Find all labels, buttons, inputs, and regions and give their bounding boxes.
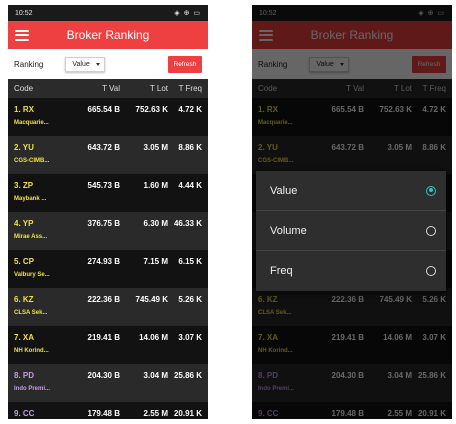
broker-code: 8. PD [14,371,35,380]
broker-code: 3. ZP [14,181,34,190]
broker-name: Maybank ... [14,196,47,202]
sort-option-volume[interactable]: Volume [256,211,446,251]
radio-button-icon[interactable] [426,225,436,236]
total-value: 545.73 B [87,181,120,190]
total-freq: 6.15 K [178,257,202,266]
broker-list: 1. RX 665.54 B 752.63 K 4.72 K Macquarie... 2… [8,98,208,419]
total-freq: 3.07 K [178,333,202,342]
total-value: 219.41 B [87,333,120,342]
table-row[interactable]: 5. CP 274.93 B 7.15 M 6.15 K Valbury Se... [8,250,208,288]
broker-code: 6. KZ [14,295,34,304]
broker-name: Macquarie... [14,120,49,126]
ranking-select[interactable]: Value [65,56,106,72]
table-row[interactable]: 8. PD 204.30 B 3.04 M 25.86 K Indo Premi... [8,364,208,402]
controls-bar: Ranking Value Refresh [8,49,208,79]
broker-code: 5. CP [14,257,35,266]
row-values: 1. RX 665.54 B 752.63 K 4.72 K [8,105,208,114]
broker-code: 2. YU [14,143,34,152]
broker-name: Indo Premi... [14,386,51,392]
option-label: Value [270,184,298,197]
status-icons: ◈ ⊕ ▭ [174,10,201,17]
radio-button-icon[interactable] [426,185,436,196]
total-lot: 7.15 M [143,257,168,266]
table-row[interactable]: 9. CC179.48 B2.55 M20.91 KMANDIRI [8,402,208,419]
row-values: 3. ZP 545.73 B 1.60 M 4.44 K [8,181,208,190]
total-lot: 3.05 M [143,143,168,152]
sort-option-freq[interactable]: Freq [256,251,446,291]
col-header-lot: T Lot [149,84,168,93]
total-value: 179.48 B [87,409,120,418]
broker-code: 7. XA [14,333,35,342]
table-row[interactable]: 3. ZP 545.73 B 1.60 M 4.44 K Maybank ... [8,174,208,212]
hamburger-menu-icon[interactable] [15,29,29,41]
phone-screen-dialog: 10:52 ◈ ⊕ ▭ Broker Ranking Ranking Value… [252,5,452,419]
table-row[interactable]: 7. XA 219.41 B 14.06 M 3.07 K NH Korind... [8,326,208,364]
table-row[interactable]: 6. KZ 222.36 B 745.49 K 5.26 K CLSA Sek... [8,288,208,326]
option-label: Freq [270,265,293,277]
sort-option-value[interactable]: Value [256,171,446,211]
refresh-button[interactable]: Refresh [168,56,202,73]
total-value: 274.93 B [87,257,120,266]
radio-button-icon[interactable] [426,266,436,276]
total-value: 376.75 B [87,219,120,228]
total-freq: 46.33 K [173,219,202,228]
total-freq: 25.86 K [173,371,202,380]
row-values: 9. CC 179.48 B 2.55 M 20.91 K [8,409,208,418]
broker-name: Valbury Se... [14,272,50,278]
table-row[interactable]: 1. RX 665.54 B 752.63 K 4.72 K Macquarie... [8,98,208,136]
page-title: Broker Ranking [66,28,150,42]
row-values: 8. PD 204.30 B 3.04 M 25.86 K [8,371,208,380]
broker-code: 1. RX [14,105,35,114]
option-label: Volume [270,224,307,237]
broker-name: Mirae Ass... [14,234,48,240]
row-values: 4. YP 376.75 B 6.30 M 46.33 K [8,219,208,228]
total-lot: 6.30 M [143,219,168,228]
total-freq: 5.26 K [178,295,202,304]
total-lot: 1.60 M [143,181,168,190]
total-freq: 8.86 K [178,143,202,152]
col-header-code: Code [14,84,34,93]
total-freq: 20.91 K [173,409,202,418]
sort-options-dialog: Value Volume Freq [256,171,446,291]
total-value: 643.72 B [87,143,120,152]
status-time: 10:52 [15,9,33,17]
total-freq: 4.44 K [178,181,202,190]
row-values: 7. XA 219.41 B 14.06 M 3.07 K [8,333,208,342]
col-header-freq: T Freq [178,84,202,93]
total-lot: 752.63 K [135,105,168,114]
ranking-select-value: Value [72,60,90,68]
total-value: 222.36 B [87,295,120,304]
table-row[interactable]: 4. YP 376.75 B 6.30 M 46.33 K Mirae Ass... [8,212,208,250]
row-values: 2. YU 643.72 B 3.05 M 8.86 K [8,143,208,152]
table-row[interactable]: 2. YU 643.72 B 3.05 M 8.86 K CGS-CIMB... [8,136,208,174]
row-values: 6. KZ 222.36 B 745.49 K 5.26 K [8,295,208,304]
app-bar: Broker Ranking [8,21,208,49]
ranking-label: Ranking [14,59,44,69]
broker-name: CLSA Sek... [14,310,48,316]
total-lot: 2.55 M [143,409,168,418]
phone-screen-list: 10:52 ◈ ⊕ ▭ Broker Ranking Ranking Value… [8,5,208,419]
total-value: 665.54 B [87,105,120,114]
broker-code: 4. YP [14,219,34,228]
col-header-val: T Val [102,84,120,93]
broker-code: 9. CC [14,409,35,418]
table-header: Code T Val T Lot T Freq [8,79,208,98]
broker-name: CGS-CIMB... [14,158,50,164]
total-value: 204.30 B [87,371,120,380]
total-lot: 14.06 M [139,333,168,342]
broker-name: NH Korind... [14,348,49,354]
total-freq: 4.72 K [178,105,202,114]
total-lot: 3.04 M [143,371,168,380]
total-lot: 745.49 K [135,295,168,304]
dropdown-caret-icon [96,62,101,66]
row-values: 5. CP 274.93 B 7.15 M 6.15 K [8,257,208,266]
status-bar: 10:52 ◈ ⊕ ▭ [8,5,208,21]
